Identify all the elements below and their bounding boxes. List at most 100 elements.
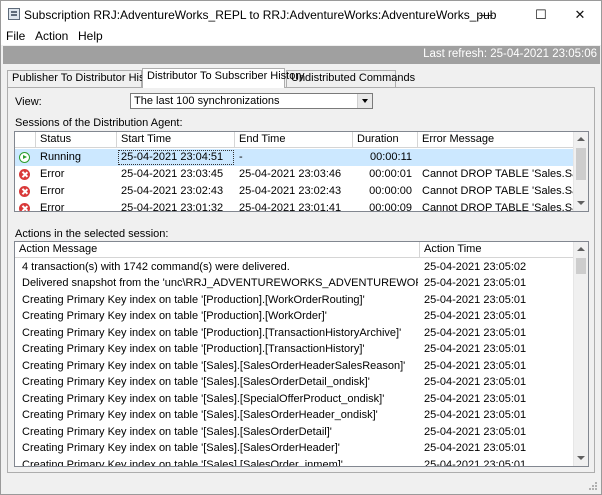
sessions-scrollbar[interactable]: [573, 132, 588, 211]
sessions-label: Sessions of the Distribution Agent:: [15, 117, 183, 129]
refresh-status-bar: Last refresh: 25-04-2021 23:05:06: [3, 46, 600, 64]
action-row[interactable]: Creating Primary Key index on table '[Sa…: [15, 407, 574, 424]
session-status: Running: [40, 151, 81, 163]
action-message: Delivered snapshot from the 'unc\RRJ_ADV…: [22, 277, 418, 289]
error-icon: [19, 186, 30, 197]
action-row[interactable]: Creating Primary Key index on table '[Pr…: [15, 341, 574, 358]
action-time: 25-04-2021 23:05:01: [424, 442, 527, 454]
column-header-error-message[interactable]: Error Message: [418, 132, 575, 148]
action-row[interactable]: Creating Primary Key index on table '[Sa…: [15, 424, 574, 441]
action-message: Creating Primary Key index on table '[Pr…: [22, 294, 365, 306]
session-start-time: 25-04-2021 23:03:45: [121, 168, 224, 180]
error-icon: [19, 169, 30, 180]
actions-scrollbar[interactable]: [573, 242, 588, 466]
replication-monitor-icon: [8, 8, 20, 20]
column-header-action-time[interactable]: Action Time: [420, 242, 575, 258]
error-icon: [19, 203, 30, 211]
action-message: Creating Primary Key index on table '[Pr…: [22, 310, 327, 322]
action-message: Creating Primary Key index on table '[Pr…: [22, 343, 365, 355]
column-header-end-time[interactable]: End Time: [235, 132, 353, 148]
action-row[interactable]: Creating Primary Key index on table '[Sa…: [15, 440, 574, 457]
column-header-action-message[interactable]: Action Message: [15, 242, 420, 258]
pane-splitter[interactable]: [7, 215, 595, 219]
subscription-window: Subscription RRJ:AdventureWorks_REPL to …: [0, 0, 602, 495]
session-error-message: [418, 149, 575, 166]
action-time: 25-04-2021 23:05:02: [424, 261, 527, 273]
session-duration: 00:00:01: [369, 168, 412, 180]
session-duration: 00:00:11: [369, 151, 412, 163]
column-header-icon: [15, 132, 36, 148]
session-row[interactable]: Error 25-04-2021 23:03:45 25-04-2021 23:…: [15, 166, 575, 183]
session-error-message: Cannot DROP TABLE 'Sales.Sal...: [422, 168, 575, 180]
action-time: 25-04-2021 23:05:01: [424, 376, 527, 388]
action-row[interactable]: Creating Primary Key index on table '[Sa…: [15, 358, 574, 375]
last-refresh-text: Last refresh: 25-04-2021 23:05:06: [423, 48, 597, 60]
action-row[interactable]: 4 transaction(s) with 1742 command(s) we…: [15, 259, 574, 276]
scrollbar-thumb[interactable]: [576, 148, 586, 180]
minimize-button[interactable]: —: [463, 1, 509, 29]
scroll-down-icon[interactable]: [574, 451, 588, 466]
actions-grid: Action Message Action Time 4 transaction…: [14, 241, 589, 467]
session-row[interactable]: Running 25-04-2021 23:04:51 - 00:00:11: [15, 149, 574, 166]
session-status: Error: [40, 168, 65, 180]
column-header-status[interactable]: Status: [36, 132, 117, 148]
sessions-grid: Status Start Time End Time Duration Erro…: [14, 131, 589, 212]
menu-file[interactable]: File: [6, 29, 25, 43]
action-time: 25-04-2021 23:05:01: [424, 343, 527, 355]
session-end-time: 25-04-2021 23:03:46: [239, 168, 342, 180]
view-dropdown-value: The last 100 synchronizations: [134, 95, 280, 107]
scroll-down-icon[interactable]: [574, 196, 588, 211]
action-time: 25-04-2021 23:05:01: [424, 277, 527, 289]
view-dropdown[interactable]: The last 100 synchronizations: [130, 93, 373, 109]
session-start-time: 25-04-2021 23:04:51: [117, 149, 235, 166]
status-strip: [3, 476, 600, 493]
session-error-message: Cannot DROP TABLE 'Sales.Sal...: [422, 185, 575, 197]
session-duration: 00:00:09: [369, 202, 412, 212]
column-header-start-time[interactable]: Start Time: [117, 132, 235, 148]
session-row[interactable]: Error 25-04-2021 23:01:32 25-04-2021 23:…: [15, 200, 575, 212]
action-message: Creating Primary Key index on table '[Sa…: [22, 459, 343, 467]
column-header-duration[interactable]: Duration: [353, 132, 418, 148]
action-row[interactable]: Creating Primary Key index on table '[Pr…: [15, 308, 574, 325]
menu-bar: File Action Help: [1, 28, 601, 45]
scrollbar-thumb[interactable]: [576, 258, 586, 274]
session-error-message: Cannot DROP TABLE 'Sales.Sal...: [422, 202, 575, 212]
scroll-up-icon[interactable]: [574, 132, 588, 147]
action-row[interactable]: Creating Primary Key index on table '[Sa…: [15, 457, 574, 467]
action-time: 25-04-2021 23:05:01: [424, 327, 527, 339]
tab-distributor-to-subscriber[interactable]: Distributor To Subscriber History: [142, 68, 305, 88]
view-label: View:: [15, 96, 42, 108]
close-button[interactable]: ✕: [557, 1, 602, 29]
action-message: Creating Primary Key index on table '[Sa…: [22, 442, 340, 454]
resize-grip-icon[interactable]: [588, 481, 598, 491]
tab-publisher-to-distributor[interactable]: Publisher To Distributor History: [7, 70, 163, 87]
session-start-time: 25-04-2021 23:01:32: [121, 202, 224, 212]
session-row[interactable]: Error 25-04-2021 23:02:43 25-04-2021 23:…: [15, 183, 575, 200]
action-row[interactable]: Creating Primary Key index on table '[Pr…: [15, 325, 574, 342]
action-row[interactable]: Creating Primary Key index on table '[Sa…: [15, 374, 574, 391]
session-end-time: -: [239, 151, 243, 163]
menu-help[interactable]: Help: [78, 29, 103, 43]
action-time: 25-04-2021 23:05:01: [424, 426, 527, 438]
action-message: Creating Primary Key index on table '[Sa…: [22, 409, 378, 421]
scroll-up-icon[interactable]: [574, 242, 588, 257]
action-row[interactable]: Delivered snapshot from the 'unc\RRJ_ADV…: [15, 275, 574, 292]
action-time: 25-04-2021 23:05:01: [424, 360, 527, 372]
action-time: 25-04-2021 23:05:01: [424, 294, 527, 306]
action-message: Creating Primary Key index on table '[Sa…: [22, 393, 385, 405]
actions-label: Actions in the selected session:: [15, 228, 169, 240]
action-row[interactable]: Creating Primary Key index on table '[Pr…: [15, 292, 574, 309]
session-end-time: 25-04-2021 23:02:43: [239, 185, 342, 197]
action-message: Creating Primary Key index on table '[Sa…: [22, 426, 332, 438]
title-bar: Subscription RRJ:AdventureWorks_REPL to …: [1, 1, 601, 29]
action-message: Creating Primary Key index on table '[Pr…: [22, 327, 402, 339]
session-status: Error: [40, 202, 65, 212]
session-end-time: 25-04-2021 23:01:41: [239, 202, 342, 212]
action-time: 25-04-2021 23:05:01: [424, 459, 527, 467]
action-time: 25-04-2021 23:05:01: [424, 310, 527, 322]
window-title: Subscription RRJ:AdventureWorks_REPL to …: [24, 8, 497, 22]
menu-action[interactable]: Action: [35, 29, 68, 43]
chevron-down-icon[interactable]: [357, 94, 372, 108]
action-row[interactable]: Creating Primary Key index on table '[Sa…: [15, 391, 574, 408]
session-status: Error: [40, 185, 65, 197]
